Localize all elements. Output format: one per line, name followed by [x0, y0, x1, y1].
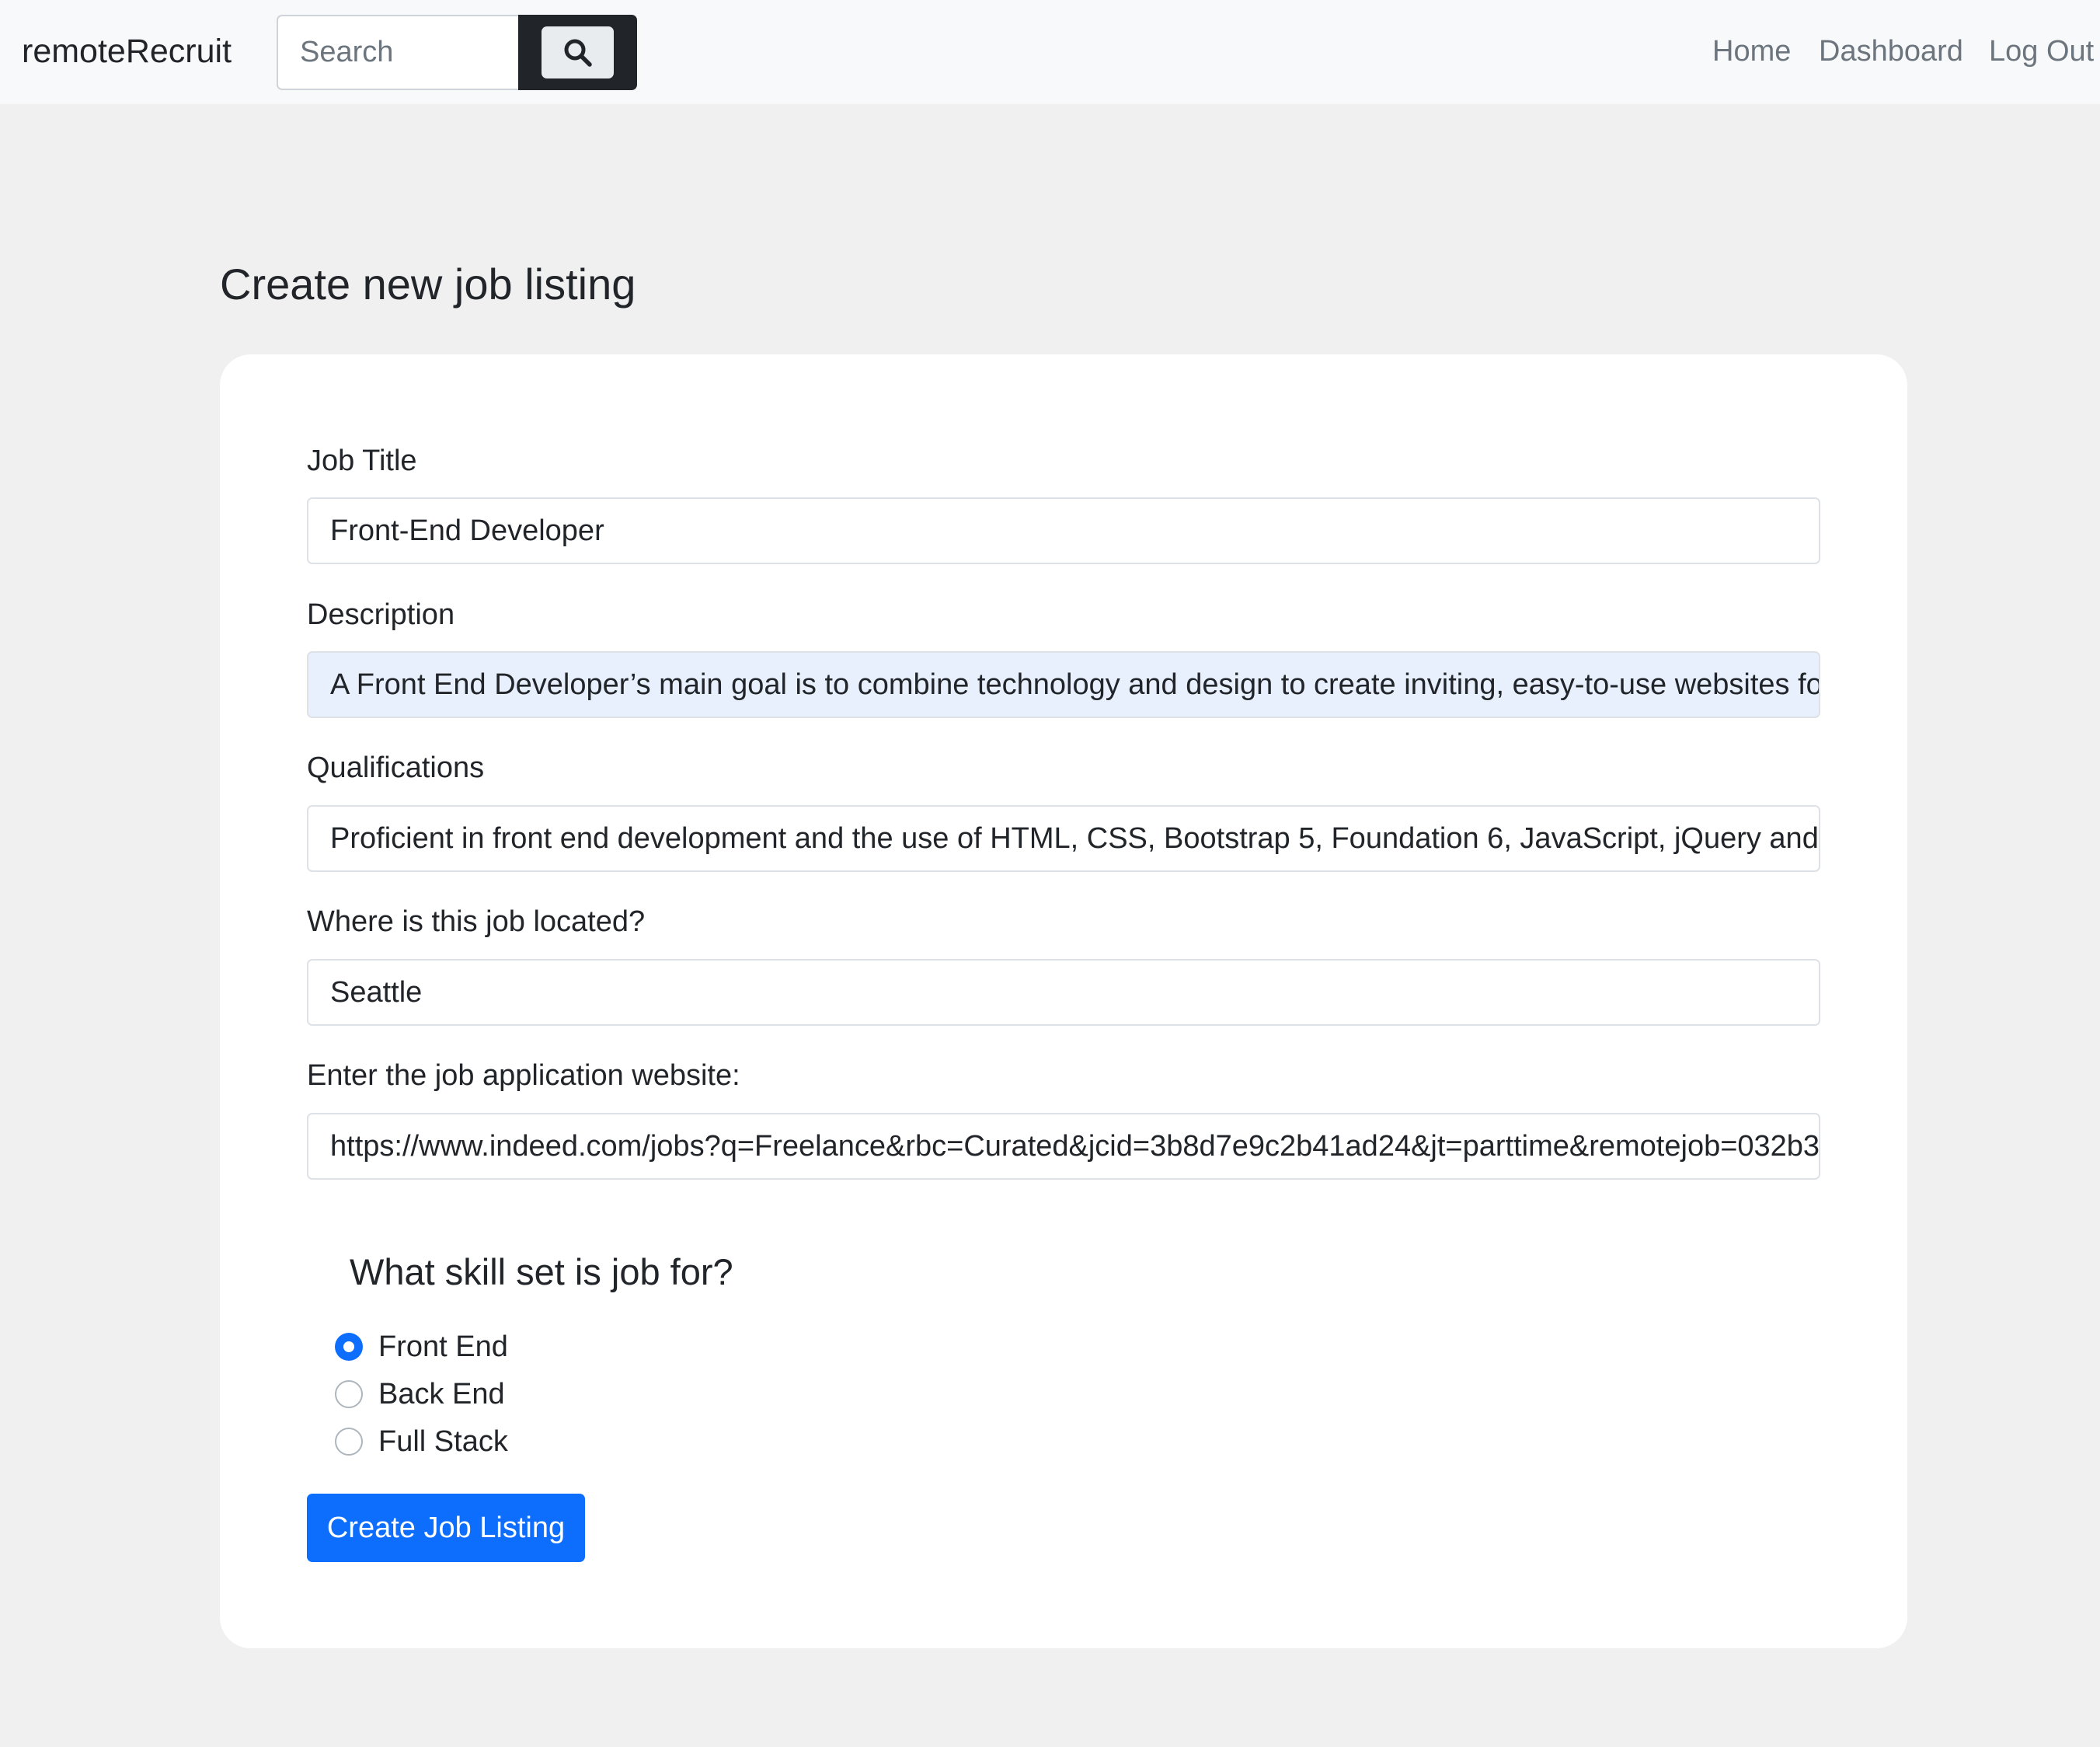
- navbar: remoteRecruit Home Dashboard Log Out: [0, 0, 2100, 104]
- website-input[interactable]: https://www.indeed.com/jobs?q=Freelance&…: [307, 1113, 1820, 1180]
- radio-label-back-end[interactable]: Back End: [378, 1375, 505, 1414]
- website-label: Enter the job application website:: [307, 1059, 740, 1092]
- qualifications-input[interactable]: Proficient in front end development and …: [307, 805, 1820, 872]
- radio-back-end[interactable]: [335, 1380, 363, 1408]
- page-title: Create new job listing: [220, 260, 636, 309]
- search-button[interactable]: [518, 15, 637, 90]
- qualifications-label: Qualifications: [307, 751, 485, 784]
- radio-front-end[interactable]: [335, 1333, 363, 1361]
- job-title-label: Job Title: [307, 445, 417, 477]
- job-title-input[interactable]: Front-End Developer: [307, 497, 1820, 564]
- description-input[interactable]: A Front End Developer’s main goal is to …: [307, 651, 1820, 718]
- nav-link-dashboard[interactable]: Dashboard: [1819, 31, 1963, 71]
- search-input[interactable]: [277, 15, 520, 90]
- radio-full-stack[interactable]: [335, 1428, 363, 1456]
- radio-label-full-stack[interactable]: Full Stack: [378, 1422, 508, 1461]
- location-input[interactable]: Seattle: [307, 959, 1820, 1026]
- job-form-card: Job Title Front-End Developer Descriptio…: [220, 354, 1907, 1648]
- create-job-listing-button[interactable]: Create Job Listing: [307, 1494, 585, 1562]
- radio-label-front-end[interactable]: Front End: [378, 1327, 508, 1366]
- brand-logo[interactable]: remoteRecruit: [22, 30, 232, 73]
- search-icon: [564, 39, 592, 67]
- nav-link-home[interactable]: Home: [1712, 31, 1791, 71]
- search-button-face[interactable]: [542, 26, 614, 78]
- location-label: Where is this job located?: [307, 905, 646, 938]
- skill-set-heading: What skill set is job for?: [350, 1251, 733, 1292]
- description-label: Description: [307, 598, 455, 631]
- nav-link-logout[interactable]: Log Out: [1989, 31, 2094, 71]
